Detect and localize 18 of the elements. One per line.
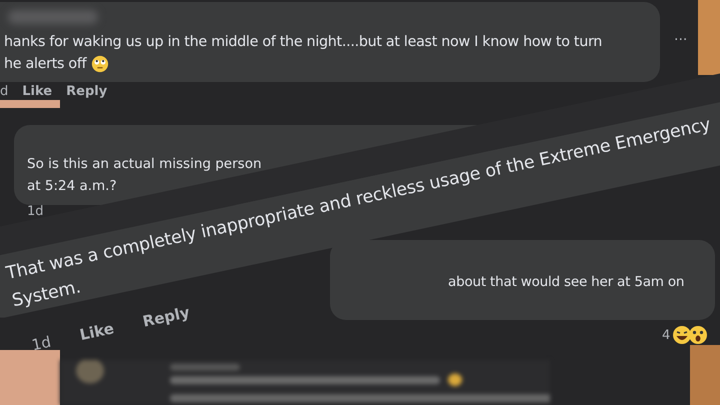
- comment-time: d: [0, 84, 8, 99]
- comment-time: 1d: [30, 334, 52, 354]
- rolling-eyes-emoji-icon: [91, 55, 110, 73]
- backdrop-panel: [0, 100, 60, 108]
- reply-link[interactable]: Reply: [66, 84, 108, 99]
- surprised-emoji-icon: [688, 325, 708, 345]
- comment-text: So is this an actual missing person at 5:24 a.m.?: [27, 155, 262, 196]
- backdrop-panel: [690, 345, 720, 405]
- reply-link[interactable]: Reply: [142, 305, 192, 330]
- backdrop-panel: [0, 350, 60, 405]
- comment-text: hanks for waking us up in the middle of the night....but at least now I know how to turn he alerts off: [4, 33, 602, 75]
- comment-text: about that would see her at 5am on: [448, 273, 684, 292]
- reaction-count: 4: [662, 328, 670, 342]
- comment-time: 1d: [27, 204, 44, 219]
- more-options-button[interactable]: ···: [670, 30, 692, 50]
- like-link[interactable]: Like: [78, 321, 116, 344]
- laughing-emoji-icon: [672, 325, 692, 345]
- like-link[interactable]: Like: [22, 84, 52, 99]
